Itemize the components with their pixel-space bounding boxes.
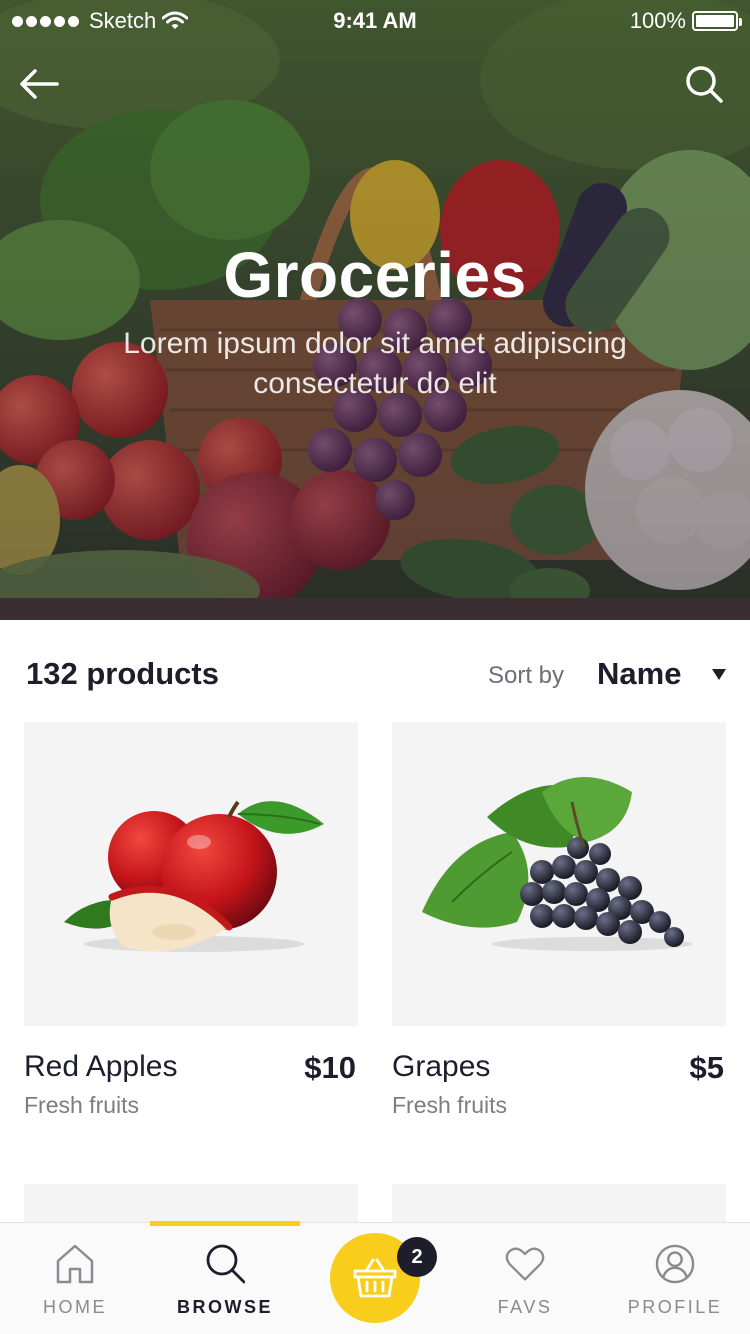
search-button[interactable] (684, 64, 724, 104)
cart-badge: 2 (397, 1237, 437, 1277)
tab-browse[interactable]: BROWSE (150, 1223, 300, 1334)
page-subtitle: Lorem ipsum dolor sit amet adipiscing co… (123, 327, 627, 400)
battery-icon (692, 11, 742, 31)
list-header: 132 products Sort by Name (0, 620, 750, 722)
grapes-image (422, 777, 692, 951)
basket-icon (353, 1258, 397, 1298)
hero-banner: Sketch 9:41 AM 100% Groceries Lorem ipsu… (0, 0, 750, 620)
tab-label: BROWSE (177, 1297, 273, 1317)
product-name: Red Apples (24, 1050, 178, 1083)
product-price: $10 (304, 1050, 356, 1085)
tab-label: FAVS (497, 1297, 553, 1317)
battery-percent: 100% (629, 8, 686, 33)
battery-status: 100% (629, 8, 742, 34)
product-card[interactable] (392, 1184, 726, 1244)
arrow-left-icon (20, 69, 59, 99)
caret-down-icon[interactable] (712, 669, 726, 680)
product-image-apples[interactable] (24, 722, 358, 1026)
search-icon (686, 66, 723, 103)
product-category: Fresh fruits (24, 1092, 140, 1118)
product-name: Grapes (392, 1050, 491, 1083)
profile-icon (655, 1244, 695, 1284)
product-image-grapes[interactable] (392, 722, 726, 1026)
search-icon (206, 1244, 245, 1284)
home-icon (56, 1244, 94, 1284)
product-price: $5 (689, 1050, 724, 1085)
tab-label: HOME (43, 1297, 107, 1317)
heart-icon (505, 1247, 545, 1281)
product-count: 132 products (26, 656, 219, 691)
sort-dropdown[interactable]: Name (597, 656, 681, 692)
product-category: Fresh fruits (392, 1092, 508, 1118)
status-bar: Sketch 9:41 AM 100% (0, 0, 750, 40)
tab-profile[interactable]: PROFILE (600, 1223, 750, 1334)
apples-image (64, 800, 324, 952)
product-card[interactable] (24, 1184, 358, 1244)
tab-home[interactable]: HOME (0, 1223, 150, 1334)
tab-label: PROFILE (627, 1297, 723, 1317)
tab-favs[interactable]: FAVS (450, 1223, 600, 1334)
sort-label: Sort by (488, 662, 565, 689)
back-button[interactable] (18, 64, 62, 104)
tab-bar: HOME BROWSE 2 FAVS PROFILE (0, 1221, 750, 1334)
page-title: Groceries (223, 239, 527, 311)
